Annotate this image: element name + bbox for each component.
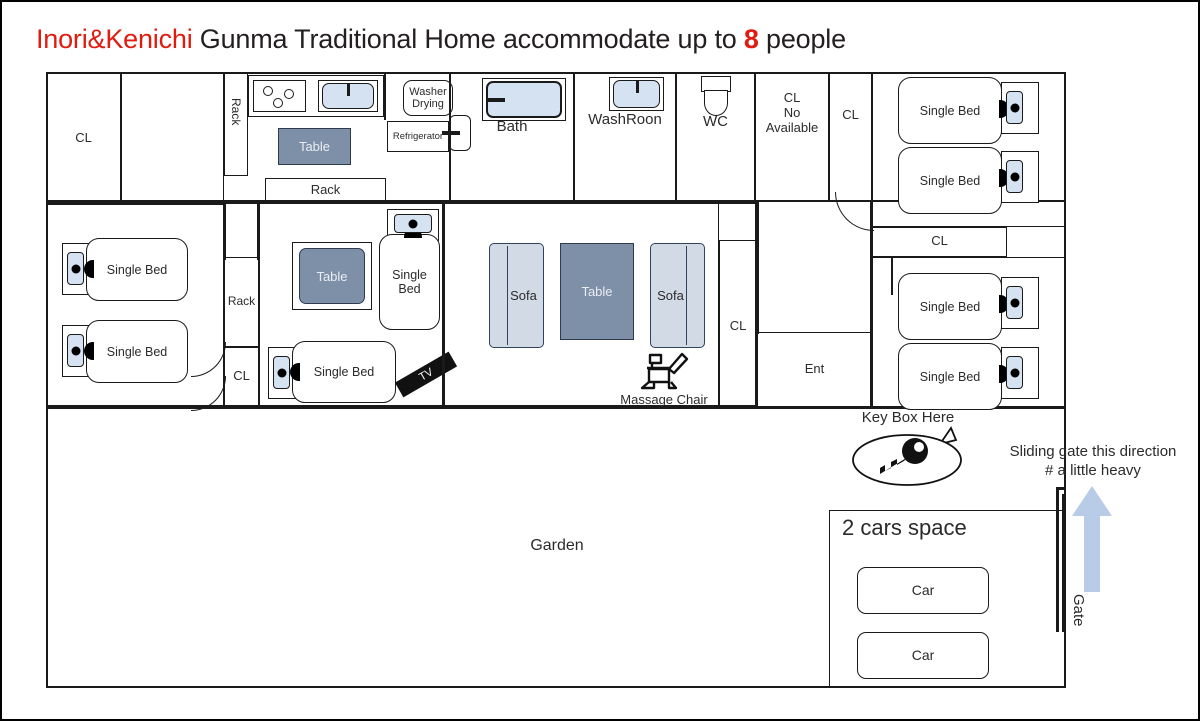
living-table-label: Table	[581, 284, 613, 299]
bathtub-basin	[486, 81, 562, 118]
bed-right-1-pillow	[1006, 91, 1023, 124]
living-table: Table	[560, 243, 634, 340]
kitchen-table-label: Table	[298, 139, 331, 154]
washer-dryer-label: Washer Drying	[409, 85, 447, 111]
label-rack-horizontal: Rack	[310, 182, 341, 197]
label-key-box: Key Box Here	[861, 409, 955, 426]
kitchen-table: Table	[278, 128, 351, 165]
page-title: Inori&Kenichi Gunma Traditional Home acc…	[36, 20, 846, 58]
bed-left-2: Single Bed	[86, 320, 188, 383]
sofa-left-label: Sofa	[510, 288, 537, 303]
title-text-after: people	[758, 24, 846, 54]
bed-mid-1-label: Single Bed	[392, 268, 427, 296]
bed-right-2-label: Single Bed	[919, 173, 981, 188]
room-closet-hallway	[829, 72, 872, 202]
tv-label: TV	[416, 365, 436, 384]
bed-mid-2: Single Bed	[292, 341, 396, 403]
bed-right-1-label: Single Bed	[919, 103, 981, 118]
bed-right-4-pillow	[1006, 356, 1023, 389]
bed-right-1: Single Bed	[898, 77, 1002, 144]
door-arc-hallway	[835, 192, 874, 231]
bed-left-1-label: Single Bed	[106, 262, 168, 277]
label-closet-living: CL	[729, 318, 747, 333]
gate-bar-cap	[1056, 487, 1065, 490]
stove-burner-3	[273, 98, 283, 108]
key-box-callout	[852, 426, 962, 486]
washroom-faucet-icon	[636, 81, 639, 93]
label-closet-top-left: CL	[75, 130, 92, 145]
label-gate: Gate	[1070, 594, 1087, 627]
stove-burner-2	[284, 89, 294, 99]
washroom-sink-basin	[613, 80, 660, 108]
bedroom-table-label: Table	[316, 268, 348, 284]
bed-left-2-pillow	[67, 334, 84, 367]
label-wc: WC	[703, 113, 728, 130]
label-closet-no-available: CL No Available	[765, 90, 819, 135]
stove-burner-1	[263, 86, 273, 96]
title-brand: Inori&Kenichi	[36, 24, 193, 54]
label-garden: Garden	[530, 537, 584, 554]
label-closet-hall: CL	[233, 368, 250, 383]
bed-left-1-pillow	[67, 252, 84, 285]
refrigerator-label: Refrigerator	[392, 131, 444, 142]
wall-washer-divider	[384, 72, 386, 120]
room-top-left-second	[121, 72, 224, 202]
bath-faucet-icon	[487, 98, 505, 102]
car-slot-2: Car	[857, 632, 989, 679]
bed-right-3-label: Single Bed	[919, 299, 981, 314]
wall-right-bedroom-divider	[891, 257, 893, 295]
sofa-left: Sofa	[489, 243, 544, 348]
sofa-right-seam	[686, 246, 687, 345]
bed-left-1: Single Bed	[86, 238, 188, 301]
bed-right-3: Single Bed	[898, 273, 1002, 340]
kitchen-sink-basin	[322, 83, 374, 109]
sofa-right-label: Sofa	[657, 288, 684, 303]
label-bath: Bath	[496, 118, 528, 135]
label-massage-chair: Massage Chair	[620, 392, 708, 407]
car-slot-1: Car	[857, 567, 989, 614]
floor-plan-page: Inori&Kenichi Gunma Traditional Home acc…	[0, 0, 1200, 721]
label-rack-vertical-kitchen: Rack	[229, 98, 243, 126]
washer-dryer-unit: Washer Drying	[403, 80, 453, 116]
bedroom-table: Table	[299, 248, 365, 304]
label-washroom: WashRoon	[588, 111, 662, 128]
bed-mid-2-label: Single Bed	[313, 365, 375, 379]
wall-hall-top	[224, 202, 226, 260]
bed-left-2-label: Single Bed	[106, 344, 168, 359]
gate-direction-arrow-icon	[1072, 486, 1112, 592]
wall-house-right-outer	[1064, 72, 1067, 409]
sofa-right: Sofa	[650, 243, 705, 348]
bed-right-4-label: Single Bed	[919, 369, 981, 384]
title-guest-count: 8	[743, 24, 759, 54]
massage-chair-icon	[640, 352, 689, 390]
bed-right-2-pillow	[1006, 160, 1023, 193]
bed-mid-1-pillow	[394, 214, 432, 233]
label-closet-right-strip: CL	[931, 233, 948, 248]
gate-note: Sliding gate this direction # a little h…	[1009, 443, 1177, 479]
wall-entrance-top	[757, 202, 759, 334]
label-rack-vertical-hall: Rack	[227, 294, 256, 308]
car-slot-1-label: Car	[911, 582, 935, 599]
bed-right-3-pillow	[1006, 286, 1023, 319]
label-closet-hallway: CL	[842, 107, 859, 122]
car-slot-2-label: Car	[911, 647, 935, 664]
label-entrance: Ent	[804, 361, 825, 376]
sofa-left-seam	[507, 246, 508, 345]
kitchen-faucet-icon	[347, 84, 350, 96]
label-parking-title: 2 cars space	[842, 515, 967, 540]
bed-right-2: Single Bed	[898, 147, 1002, 214]
refrigerator-unit: Refrigerator	[387, 121, 449, 152]
bed-right-4: Single Bed	[898, 343, 1002, 410]
bed-mid-2-pillow	[273, 356, 290, 389]
title-text-before: Gunma Traditional Home accommodate up to	[192, 24, 744, 54]
bed-mid-1: Single Bed	[379, 234, 440, 330]
